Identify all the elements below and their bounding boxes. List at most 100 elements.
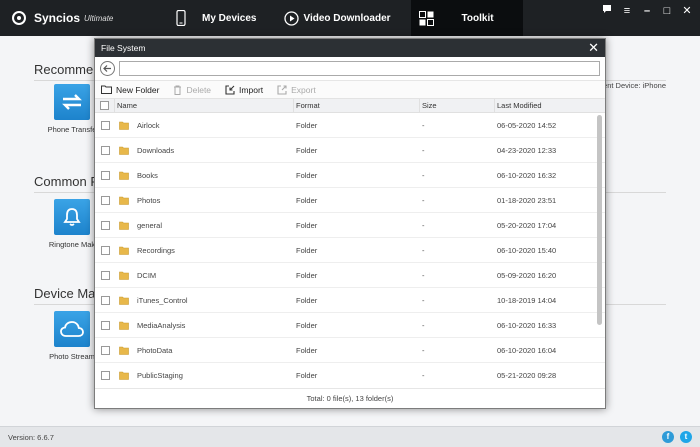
export-button[interactable]: Export	[277, 85, 316, 95]
row-checkbox[interactable]	[100, 145, 110, 155]
row-format: Folder	[296, 270, 318, 280]
dialog-toolbar: New Folder Delete Import Export	[95, 81, 605, 99]
table-row[interactable]: Downloads Folder - 04-23-2020 12:33	[95, 138, 605, 163]
row-checkbox[interactable]	[100, 195, 110, 205]
section-title-device-manager: Device Ma	[34, 286, 96, 301]
header-last-modified[interactable]: Last Modified	[495, 99, 593, 112]
row-size: -	[422, 195, 425, 205]
toolkit-grid-icon	[418, 10, 434, 26]
path-bar	[95, 57, 605, 81]
row-format: Folder	[296, 245, 318, 255]
import-button[interactable]: Import	[225, 85, 263, 95]
export-label: Export	[291, 84, 316, 95]
delete-button[interactable]: Delete	[173, 85, 211, 95]
header-name[interactable]: Name	[115, 99, 294, 112]
row-name: MediaAnalysis	[137, 320, 186, 330]
bell-icon	[54, 199, 90, 235]
row-modified: 06-10-2020 16:04	[497, 345, 557, 355]
row-checkbox[interactable]	[100, 320, 110, 330]
feedback-icon[interactable]	[600, 4, 614, 18]
row-format: Folder	[296, 345, 318, 355]
table-row[interactable]: PhotoData Folder - 06-10-2020 16:04	[95, 338, 605, 363]
header-size[interactable]: Size	[420, 99, 495, 112]
row-checkbox-cell	[95, 370, 115, 380]
maximize-icon[interactable]: □	[660, 4, 674, 18]
select-all-checkbox[interactable]	[100, 101, 109, 110]
row-checkbox-cell	[95, 170, 115, 180]
row-checkbox[interactable]	[100, 295, 110, 305]
facebook-icon[interactable]: f	[662, 431, 674, 443]
phone-icon	[176, 10, 186, 26]
nav-video-downloader[interactable]: Video Downloader	[270, 0, 404, 36]
section-title-common: Common F	[34, 174, 99, 189]
row-format: Folder	[296, 370, 318, 380]
row-checkbox[interactable]	[100, 120, 110, 130]
tool-phone-transfer[interactable]: Phone Transfe	[42, 84, 102, 134]
path-input[interactable]	[119, 61, 600, 76]
row-name: Airlock	[137, 120, 160, 130]
row-checkbox[interactable]	[100, 170, 110, 180]
row-size: -	[422, 245, 425, 255]
table-row[interactable]: Recordings Folder - 06-10-2020 15:40	[95, 238, 605, 263]
row-name-cell: Books	[115, 171, 294, 180]
table-row[interactable]: Photos Folder - 01-18-2020 23:51	[95, 188, 605, 213]
row-name-cell: Recordings	[115, 246, 294, 255]
row-modified: 06-10-2020 16:33	[497, 320, 557, 330]
minimize-icon[interactable]: –	[640, 4, 654, 18]
row-checkbox[interactable]	[100, 220, 110, 230]
current-device: ent Device: iPhone	[603, 81, 666, 90]
folder-icon	[119, 271, 129, 280]
row-name: general	[137, 220, 163, 230]
row-checkbox[interactable]	[100, 245, 110, 255]
row-name: iTunes_Control	[137, 295, 188, 305]
row-name-cell: PhotoData	[115, 346, 294, 355]
menu-icon[interactable]: ≡	[620, 4, 634, 18]
header-format[interactable]: Format	[294, 99, 420, 112]
table-row[interactable]: DCIM Folder - 05-09-2020 16:20	[95, 263, 605, 288]
row-size: -	[422, 295, 425, 305]
import-label: Import	[239, 84, 264, 95]
social-links: f t	[662, 431, 692, 443]
row-size: -	[422, 270, 425, 280]
folder-icon	[119, 221, 129, 230]
table-row[interactable]: Books Folder - 06-10-2020 16:32	[95, 163, 605, 188]
close-window-icon[interactable]: ✕	[680, 4, 694, 18]
table-row[interactable]: Airlock Folder - 06-05-2020 14:52	[95, 113, 605, 138]
nav-video-downloader-label: Video Downloader	[303, 12, 391, 24]
table-row[interactable]: general Folder - 05-20-2020 17:04	[95, 213, 605, 238]
table-row[interactable]: PublicStaging Folder - 05-21-2020 09:28	[95, 363, 605, 386]
main-nav: My Devices Video Downloader Toolkit	[162, 0, 523, 36]
row-checkbox[interactable]	[100, 345, 110, 355]
close-icon[interactable]: ✕	[588, 40, 599, 56]
app-name: Syncios	[34, 11, 81, 25]
file-list: Airlock Folder - 06-05-2020 14:52 Downloads F…	[95, 113, 605, 386]
row-name: Photos	[137, 195, 161, 205]
scrollbar[interactable]	[597, 115, 602, 325]
row-format: Folder	[296, 320, 318, 330]
nav-my-devices[interactable]: My Devices	[162, 0, 270, 36]
row-format: Folder	[296, 145, 318, 155]
twitter-icon[interactable]: t	[680, 431, 692, 443]
nav-toolkit[interactable]: Toolkit	[410, 0, 523, 36]
row-name-cell: Photos	[115, 196, 294, 205]
back-arrow-icon[interactable]	[100, 61, 115, 76]
trash-icon	[173, 85, 182, 95]
row-name-cell: MediaAnalysis	[115, 321, 294, 330]
tool-ringtone-maker[interactable]: Ringtone Mak	[42, 199, 102, 249]
folder-icon	[119, 146, 129, 155]
row-size: -	[422, 370, 425, 380]
folder-icon	[119, 346, 129, 355]
row-checkbox[interactable]	[100, 270, 110, 280]
syncios-logo-icon	[12, 11, 26, 25]
row-format: Folder	[296, 170, 318, 180]
row-checkbox-cell	[95, 295, 115, 305]
folder-icon	[119, 296, 129, 305]
tool-photo-stream[interactable]: Photo Stream	[42, 311, 102, 361]
table-row[interactable]: iTunes_Control Folder - 10-18-2019 14:04	[95, 288, 605, 313]
table-row[interactable]: MediaAnalysis Folder - 06-10-2020 16:33	[95, 313, 605, 338]
row-checkbox-cell	[95, 270, 115, 280]
new-folder-button[interactable]: New Folder	[101, 85, 159, 95]
row-checkbox[interactable]	[100, 370, 110, 380]
app-edition: Ultimate	[84, 13, 114, 23]
table-header: Name Format Size Last Modified	[95, 99, 605, 113]
